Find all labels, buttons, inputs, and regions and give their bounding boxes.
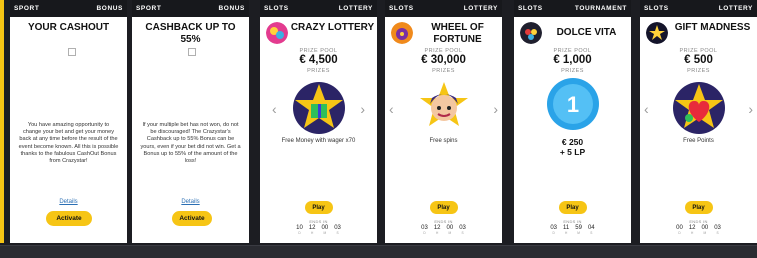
prizes-label: PRIZES bbox=[561, 68, 584, 74]
gift-icon bbox=[291, 80, 347, 136]
ends-in-label: ENDS IN bbox=[434, 219, 453, 224]
chevron-left-icon[interactable]: ‹ bbox=[272, 102, 277, 116]
category-left: SLOTS bbox=[518, 5, 543, 12]
timer-seconds-unit: S bbox=[590, 231, 593, 235]
activate-button[interactable]: Activate bbox=[46, 211, 92, 226]
promo-card-dolce-vita: SLOTS TOURNAMENT DOLCE VITA PRIZE POOL €… bbox=[514, 0, 631, 243]
timer-days-unit: D bbox=[678, 231, 681, 235]
countdown-timer: 03 D 11 H 59 M 04 S bbox=[514, 225, 631, 235]
promo-card-cashback: SPORT BONUS CASHBACK UP TO 55% If your m… bbox=[132, 0, 249, 243]
category-left: SLOTS bbox=[644, 5, 669, 12]
prize-loyalty-points: + 5 LP bbox=[559, 147, 586, 157]
timer-seconds-unit: S bbox=[716, 231, 719, 235]
promo-card-crazy-lottery: SLOTS LOTTERY CRAZY LOTTERY PRIZE POOL €… bbox=[260, 0, 377, 243]
category-left: SPORT bbox=[14, 5, 40, 12]
timer-minutes-unit: M bbox=[448, 231, 452, 235]
details-link[interactable]: Details bbox=[132, 199, 249, 205]
bottom-bar bbox=[0, 245, 757, 258]
category-bar: SLOTS LOTTERY bbox=[640, 0, 757, 17]
card-description: If your multiple bet has not won, do not… bbox=[140, 122, 241, 165]
chevron-left-icon[interactable]: ‹ bbox=[389, 102, 394, 116]
category-bar: SPORT BONUS bbox=[132, 0, 249, 17]
chevron-right-icon[interactable]: › bbox=[360, 102, 365, 116]
countdown-timer: 10 D 12 H 00 M 03 S bbox=[260, 225, 377, 235]
play-button[interactable]: Play bbox=[304, 201, 333, 214]
category-left: SPORT bbox=[136, 5, 162, 12]
category-right: TOURNAMENT bbox=[574, 5, 627, 12]
promo-card-cashout: SPORT BONUS YOUR CASHOUT You have amazin… bbox=[10, 0, 127, 243]
category-right: LOTTERY bbox=[718, 5, 753, 12]
category-bar: SPORT BONUS bbox=[10, 0, 127, 17]
prize-amount: € 250 bbox=[561, 137, 584, 147]
card-title: DOLCE VITA bbox=[556, 27, 617, 38]
category-left: SLOTS bbox=[389, 5, 414, 12]
ends-in-label: ENDS IN bbox=[689, 219, 708, 224]
category-right: LOTTERY bbox=[463, 5, 498, 12]
medal-icon: 1 bbox=[545, 76, 601, 132]
prize-text: Free Points bbox=[683, 138, 714, 144]
category-bar: SLOTS TOURNAMENT bbox=[514, 0, 631, 17]
timer-minutes-unit: M bbox=[703, 231, 707, 235]
card-title: WHEEL OF FORTUNE bbox=[431, 22, 484, 45]
timer-minutes-unit: M bbox=[577, 231, 580, 235]
chevron-right-icon[interactable]: › bbox=[748, 102, 753, 116]
activate-button[interactable]: Activate bbox=[172, 211, 212, 226]
play-button[interactable]: Play bbox=[684, 201, 713, 214]
details-link[interactable]: Details bbox=[10, 199, 127, 205]
card-title: GIFT MADNESS bbox=[674, 22, 751, 33]
prize-pool-value: € 30,000 bbox=[421, 54, 466, 66]
ends-in-label: ENDS IN bbox=[309, 219, 328, 224]
category-left: SLOTS bbox=[264, 5, 289, 12]
medal-number: 1 bbox=[566, 92, 578, 117]
broken-image-icon bbox=[188, 48, 196, 56]
promo-card-wheel-of-fortune: SLOTS LOTTERY WHEEL OF FORTUNE PRIZE POO… bbox=[385, 0, 502, 243]
timer-seconds-unit: S bbox=[461, 231, 464, 235]
timer-hours-unit: H bbox=[564, 231, 568, 235]
game-thumbnail bbox=[520, 22, 542, 44]
play-button[interactable]: Play bbox=[558, 201, 587, 214]
card-title: YOUR CASHOUT bbox=[27, 22, 110, 33]
partial-card-left bbox=[0, 0, 4, 243]
card-title: CRAZY LOTTERY bbox=[290, 22, 375, 33]
card-title: CASHBACK UP TO 55% bbox=[145, 22, 236, 45]
prize-pool-value: € 1,000 bbox=[553, 54, 592, 66]
category-bar: SLOTS LOTTERY bbox=[260, 0, 377, 17]
category-right: BONUS bbox=[218, 5, 245, 12]
countdown-timer: 03 D 12 H 00 M 03 S bbox=[385, 225, 502, 235]
prize-pool-value: € 4,500 bbox=[299, 54, 338, 66]
ends-in-label: ENDS IN bbox=[563, 219, 582, 224]
character-icon bbox=[416, 80, 472, 136]
prize-text: Free Money with wager x70 bbox=[281, 138, 356, 144]
category-right: BONUS bbox=[96, 5, 123, 12]
broken-image-icon bbox=[68, 48, 76, 56]
heart-star-icon bbox=[671, 80, 727, 136]
category-right: LOTTERY bbox=[338, 5, 373, 12]
prizes-label: PRIZES bbox=[432, 68, 455, 74]
game-thumbnail bbox=[646, 22, 668, 44]
category-bar: SLOTS LOTTERY bbox=[385, 0, 502, 17]
prizes-label: PRIZES bbox=[687, 68, 710, 74]
game-thumbnail bbox=[391, 22, 413, 44]
timer-days-unit: D bbox=[298, 231, 301, 235]
countdown-timer: 00 D 12 H 00 M 03 S bbox=[640, 225, 757, 235]
timer-hours-unit: H bbox=[311, 231, 314, 235]
chevron-right-icon[interactable]: › bbox=[493, 102, 498, 116]
timer-days-unit: D bbox=[552, 231, 555, 235]
promotions-carousel: SPORT BONUS YOUR CASHOUT You have amazin… bbox=[0, 0, 757, 245]
promo-card-gift-madness: SLOTS LOTTERY GIFT MADNESS PRIZE POOL € … bbox=[640, 0, 757, 243]
game-thumbnail bbox=[266, 22, 288, 44]
prizes-label: PRIZES bbox=[307, 68, 330, 74]
divider bbox=[0, 245, 757, 246]
timer-seconds-unit: S bbox=[336, 231, 339, 235]
card-description: You have amazing opportunity to change y… bbox=[18, 122, 119, 165]
prize-pool-value: € 500 bbox=[684, 54, 713, 66]
prize-text: Free spins bbox=[429, 138, 458, 144]
prize-detail: € 250 + 5 LP bbox=[514, 137, 631, 157]
chevron-left-icon[interactable]: ‹ bbox=[644, 102, 649, 116]
play-button[interactable]: Play bbox=[429, 201, 458, 214]
timer-minutes-unit: M bbox=[323, 231, 327, 235]
timer-hours-unit: H bbox=[691, 231, 694, 235]
timer-days-unit: D bbox=[423, 231, 426, 235]
timer-hours-unit: H bbox=[436, 231, 439, 235]
